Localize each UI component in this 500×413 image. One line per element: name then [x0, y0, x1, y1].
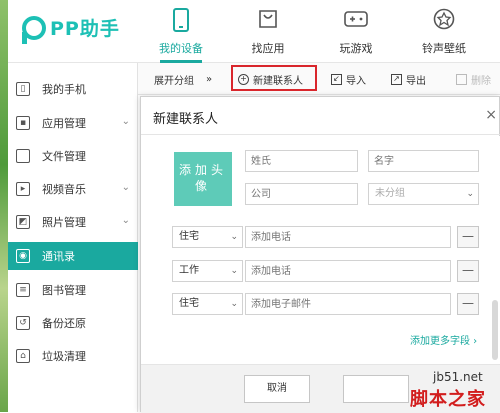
- expand-groups-button[interactable]: 展开分组 »: [154, 63, 212, 95]
- add-more-fields-link[interactable]: 添加更多字段 ›: [410, 332, 477, 347]
- chevron-down-icon[interactable]: ⌄: [122, 116, 130, 127]
- photo-icon: ◩: [16, 215, 30, 229]
- tab-find-apps[interactable]: 找应用: [232, 6, 304, 58]
- tab-label: 铃声壁纸: [422, 42, 466, 55]
- delete-label: 删除: [471, 75, 491, 87]
- sidebar-item-label: 应用管理: [42, 117, 86, 130]
- chevron-down-icon[interactable]: ⌄: [122, 215, 130, 226]
- add-avatar-button[interactable]: 添加头像: [174, 152, 232, 206]
- phone-field[interactable]: [245, 226, 451, 248]
- trash-icon: [456, 73, 467, 85]
- pp-logo-icon: [22, 15, 46, 44]
- sidebar-item-book-management[interactable]: ≡ 图书管理: [8, 276, 138, 304]
- watermark-url: jb51.net: [433, 370, 483, 384]
- book-icon: ≡: [16, 283, 30, 297]
- sidebar-item-contacts[interactable]: ◉ 通讯录: [8, 242, 138, 270]
- phone-icon: ▯: [16, 82, 30, 96]
- export-button[interactable]: ↗ 导出: [391, 63, 426, 95]
- remove-phone-button[interactable]: —: [457, 226, 479, 248]
- tab-ringtones-wallpapers[interactable]: 铃声壁纸: [408, 6, 480, 58]
- remove-email-button[interactable]: —: [457, 293, 479, 315]
- first-name-field[interactable]: [368, 150, 479, 172]
- group-select-value: 未分组: [375, 188, 405, 199]
- sidebar-item-label: 照片管理: [42, 216, 86, 229]
- delete-button[interactable]: 删除: [456, 63, 491, 95]
- email-type-select[interactable]: 住宅 ⌄: [172, 293, 243, 315]
- tab-play-games[interactable]: 玩游戏: [320, 6, 392, 58]
- new-contact-dialog: 新建联系人 × 添加头像 未分组 ⌄ 住宅 ⌄ — 工作 ⌄ — 住宅 ⌄: [140, 96, 500, 413]
- dialog-body: 添加头像 未分组 ⌄ 住宅 ⌄ — 工作 ⌄ — 住宅 ⌄ — 添加更多字段 ›: [141, 136, 500, 364]
- sidebar-item-my-phone[interactable]: ▯ 我的手机: [8, 75, 138, 103]
- group-select[interactable]: 未分组 ⌄: [368, 183, 479, 205]
- sidebar-item-label: 备份还原: [42, 317, 86, 330]
- desktop-background-strip: [0, 0, 8, 412]
- sidebar-item-label: 视频音乐: [42, 183, 86, 196]
- expand-groups-label: 展开分组: [154, 75, 194, 87]
- trash-icon: ⌂: [16, 349, 30, 363]
- phone-type-value: 住宅: [179, 231, 199, 242]
- export-label: 导出: [406, 75, 426, 87]
- tab-label: 我的设备: [159, 42, 203, 55]
- last-name-field[interactable]: [245, 150, 358, 172]
- video-icon: ▸: [16, 182, 30, 196]
- folder-icon: [16, 149, 30, 163]
- sidebar-item-label: 我的手机: [42, 83, 86, 96]
- sidebar-item-video-music[interactable]: ▸ 视频音乐 ⌄: [8, 175, 138, 203]
- chevron-down-icon: ⌄: [230, 232, 238, 242]
- company-field[interactable]: [245, 183, 358, 205]
- sidebar-item-backup-restore[interactable]: ↺ 备份还原: [8, 309, 138, 337]
- dialog-title: 新建联系人: [153, 112, 219, 127]
- sidebar-item-junk-cleanup[interactable]: ⌂ 垃圾清理: [8, 342, 138, 370]
- sidebar-item-label: 通讯录: [42, 250, 75, 263]
- double-chevron-icon: »: [206, 73, 213, 85]
- contacts-icon: ◉: [16, 249, 30, 263]
- sidebar-item-label: 图书管理: [42, 284, 86, 297]
- watermark-name: 脚本之家: [410, 389, 486, 410]
- phone-icon: [167, 8, 195, 36]
- sidebar-item-photo-management[interactable]: ◩ 照片管理 ⌄: [8, 208, 138, 236]
- chevron-down-icon: ⌄: [230, 299, 238, 309]
- phone-field[interactable]: [245, 260, 451, 282]
- backup-icon: ↺: [16, 316, 30, 330]
- remove-phone-button[interactable]: —: [457, 260, 479, 282]
- dialog-header: 新建联系人 ×: [141, 97, 500, 135]
- app-header: PP助手 我的设备 找应用 玩游戏 铃声壁纸: [0, 0, 500, 63]
- confirm-button[interactable]: [343, 375, 409, 403]
- chevron-down-icon: ⌄: [230, 266, 238, 276]
- new-contact-highlight: [231, 65, 317, 91]
- import-button[interactable]: ↙ 导入: [331, 63, 366, 95]
- tab-label: 玩游戏: [339, 42, 373, 55]
- logo-text: PP助手: [50, 18, 120, 40]
- contacts-toolbar: 展开分组 » + 新建联系人 ↙ 导入 ↗ 导出 删除: [138, 63, 500, 95]
- sidebar-item-label: 文件管理: [42, 150, 86, 163]
- tab-label: 找应用: [251, 42, 285, 55]
- chevron-down-icon[interactable]: ⌄: [122, 182, 130, 193]
- tab-my-device[interactable]: 我的设备: [145, 6, 217, 58]
- phone-type-value: 工作: [179, 265, 199, 276]
- cancel-button[interactable]: 取消: [244, 375, 310, 403]
- import-label: 导入: [346, 75, 366, 87]
- export-icon: ↗: [391, 73, 402, 85]
- sidebar: ▯ 我的手机 ▪ 应用管理 ⌄ 文件管理 ▸ 视频音乐 ⌄ ◩ 照片管理 ⌄ ◉…: [8, 63, 138, 412]
- chevron-down-icon: ⌄: [466, 189, 474, 199]
- bag-icon: [254, 8, 282, 36]
- close-icon[interactable]: ×: [485, 107, 497, 123]
- phone-type-select[interactable]: 住宅 ⌄: [172, 226, 243, 248]
- email-type-value: 住宅: [179, 298, 199, 309]
- app-logo: PP助手: [22, 14, 120, 44]
- email-field[interactable]: [245, 293, 451, 315]
- gamepad-icon: [342, 8, 370, 36]
- scrollbar[interactable]: [492, 300, 498, 360]
- sidebar-item-app-management[interactable]: ▪ 应用管理 ⌄: [8, 109, 138, 137]
- phone-type-select[interactable]: 工作 ⌄: [172, 260, 243, 282]
- import-icon: ↙: [331, 73, 342, 85]
- apps-icon: ▪: [16, 116, 30, 130]
- music-icon: [430, 8, 458, 36]
- sidebar-item-file-management[interactable]: 文件管理: [8, 142, 138, 170]
- sidebar-item-label: 垃圾清理: [42, 350, 86, 363]
